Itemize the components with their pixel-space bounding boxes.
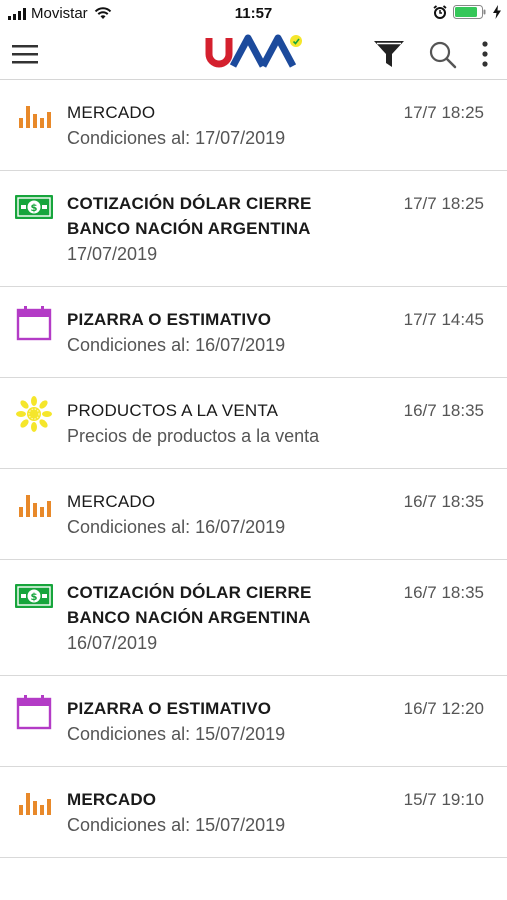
dollar-bill-icon: $	[15, 195, 53, 219]
bar-chart-icon	[19, 106, 51, 128]
battery-icon	[453, 5, 486, 19]
item-title: PIZARRA O ESTIMATIVO	[67, 699, 272, 718]
item-time: 15/7 19:10	[403, 790, 484, 809]
status-right	[427, 5, 501, 19]
item-subtitle: Condiciones al: 16/07/2019	[67, 517, 286, 537]
item-title: COTIZACIÓN DÓLAR CIERRE BANCO NACIÓN ARG…	[67, 194, 312, 238]
item-time: 16/7 12:20	[403, 699, 484, 718]
svg-text:$: $	[31, 203, 38, 214]
list-item[interactable]: MERCADO Condiciones al: 17/07/2019 17/7 …	[0, 80, 507, 171]
item-time: 16/7 18:35	[403, 492, 484, 511]
item-title: MERCADO	[67, 103, 156, 122]
item-subtitle: 17/07/2019	[67, 244, 158, 264]
item-title: MERCADO	[67, 790, 157, 809]
item-time: 16/7 18:35	[403, 401, 484, 420]
item-title: COTIZACIÓN DÓLAR CIERRE BANCO NACIÓN ARG…	[67, 583, 312, 627]
hamburger-icon[interactable]	[12, 42, 40, 66]
bar-chart-icon	[19, 495, 51, 517]
charging-bolt-icon	[493, 5, 501, 19]
item-title: PRODUCTOS A LA VENTA	[67, 401, 279, 420]
calendar-icon	[16, 695, 52, 730]
item-subtitle: 16/07/2019	[67, 633, 158, 653]
calendar-icon	[16, 306, 52, 341]
item-subtitle: Precios de productos a la venta	[67, 426, 320, 446]
alarm-icon	[433, 5, 447, 19]
list-item[interactable]: PIZARRA O ESTIMATIVO Condiciones al: 16/…	[0, 287, 507, 378]
bar-chart-icon	[19, 793, 51, 815]
search-icon[interactable]	[428, 40, 458, 70]
item-title: MERCADO	[67, 492, 156, 511]
filter-icon[interactable]	[372, 38, 406, 70]
item-title: PIZARRA O ESTIMATIVO	[67, 310, 272, 329]
list-item[interactable]: MERCADO Condiciones al: 16/07/2019 16/7 …	[0, 469, 507, 560]
list-item[interactable]: MERCADO Condiciones al: 15/07/2019 15/7 …	[0, 767, 507, 858]
list-item[interactable]: $ COTIZACIÓN DÓLAR CIERRE BANCO NACIÓN A…	[0, 560, 507, 676]
item-time: 17/7 14:45	[403, 310, 484, 329]
status-bar: Movistar 11:57	[0, 0, 507, 28]
item-subtitle: Condiciones al: 15/07/2019	[67, 724, 286, 744]
item-time: 17/7 18:25	[403, 194, 484, 213]
list-item[interactable]: PIZARRA O ESTIMATIVO Condiciones al: 15/…	[0, 676, 507, 767]
list-item[interactable]: PRODUCTOS A LA VENTA Precios de producto…	[0, 378, 507, 469]
item-subtitle: Condiciones al: 15/07/2019	[67, 815, 286, 835]
more-vertical-icon[interactable]	[478, 40, 492, 68]
sunflower-icon	[16, 396, 52, 432]
notification-list: MERCADO Condiciones al: 17/07/2019 17/7 …	[0, 80, 507, 858]
dollar-bill-icon: $	[15, 584, 53, 608]
item-subtitle: Condiciones al: 17/07/2019	[67, 128, 286, 148]
svg-text:$: $	[31, 592, 38, 603]
uaa-logo	[205, 34, 302, 68]
item-time: 16/7 18:35	[403, 583, 484, 602]
item-subtitle: Condiciones al: 16/07/2019	[67, 335, 286, 355]
item-time: 17/7 18:25	[403, 103, 484, 122]
top-navbar	[0, 28, 507, 80]
list-item[interactable]: $ COTIZACIÓN DÓLAR CIERRE BANCO NACIÓN A…	[0, 171, 507, 287]
